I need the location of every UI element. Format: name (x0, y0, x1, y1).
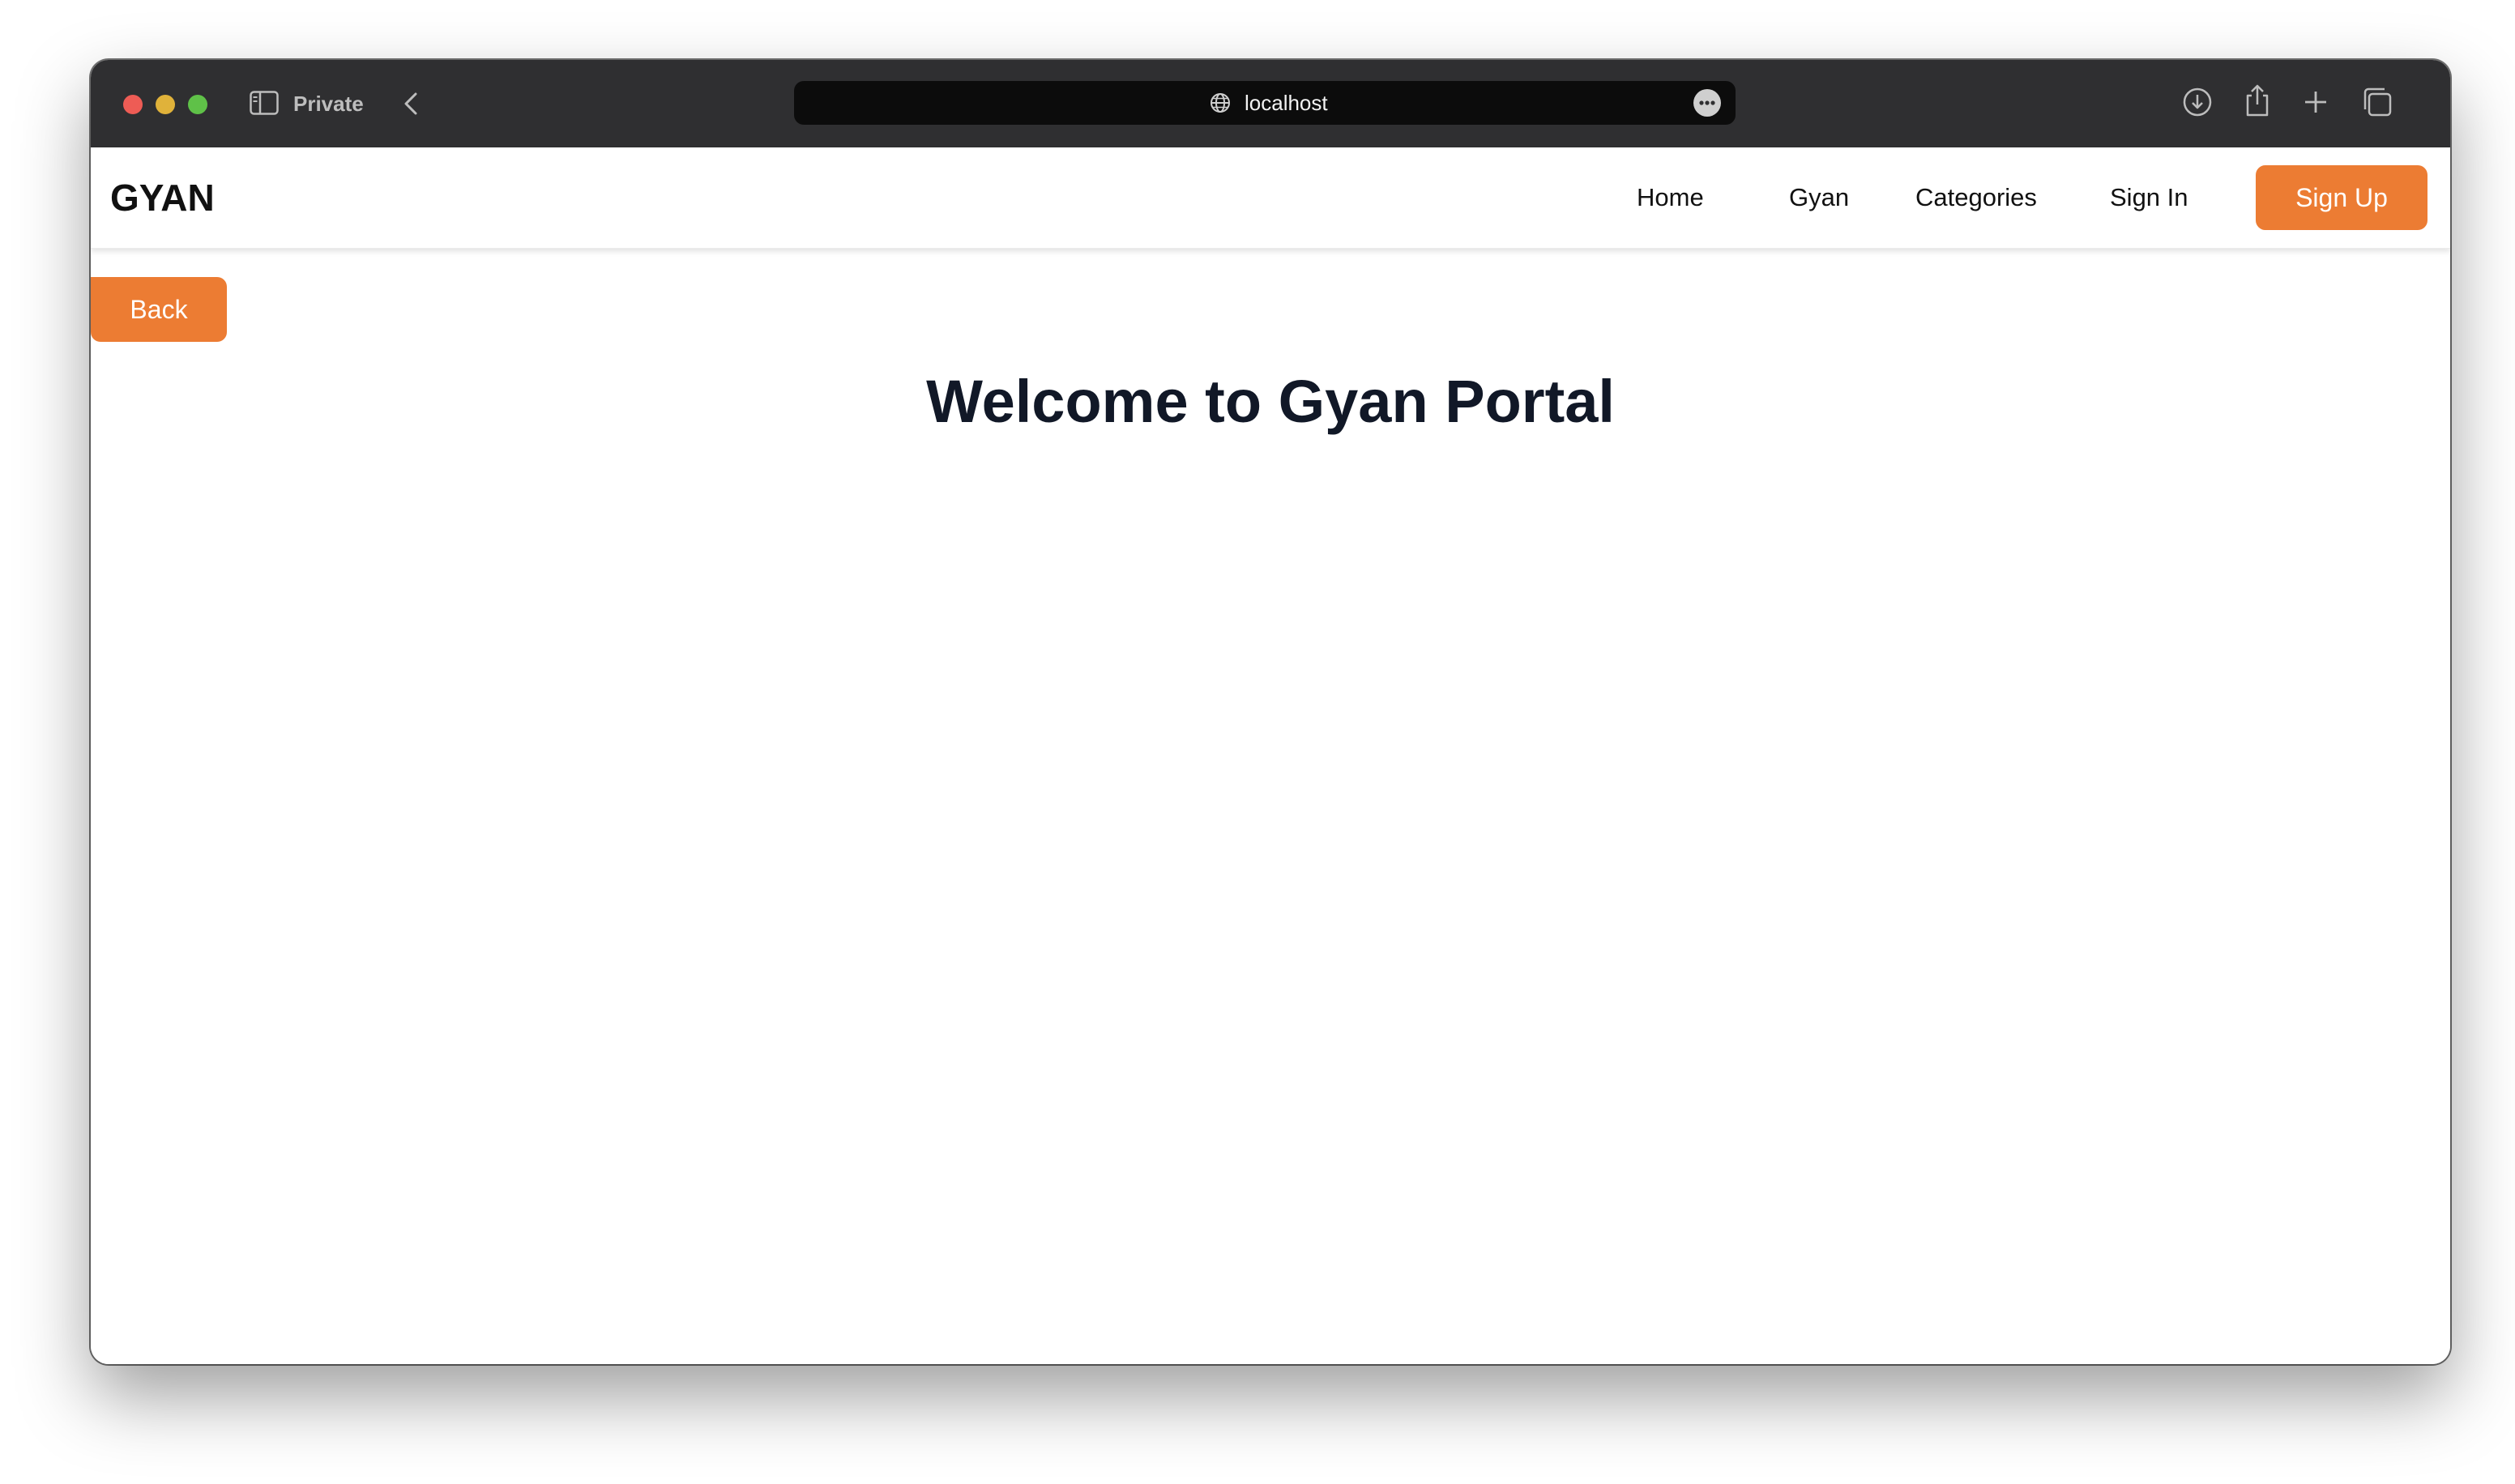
download-icon[interactable] (2180, 84, 2215, 120)
address-bar[interactable]: localhost (794, 81, 1736, 125)
sidebar-toggle-icon[interactable] (250, 91, 279, 115)
zoom-window-button[interactable] (188, 95, 207, 114)
globe-icon (1211, 93, 1230, 113)
browser-toolbar: Private localhost (91, 60, 2450, 149)
close-window-button[interactable] (123, 95, 143, 114)
sign-up-button[interactable]: Sign Up (2256, 165, 2427, 230)
page-title: Welcome to Gyan Portal (926, 368, 1615, 435)
more-options-icon[interactable] (1693, 89, 1721, 117)
back-button[interactable]: Back (91, 277, 227, 342)
minimize-window-button[interactable] (156, 95, 175, 114)
nav-link-gyan[interactable]: Gyan (1789, 147, 1849, 248)
nav-link-home[interactable]: Home (1637, 147, 1704, 248)
nav-link-sign-in[interactable]: Sign In (2110, 147, 2188, 248)
chevron-left-icon[interactable] (395, 87, 428, 120)
private-mode-label: Private (293, 92, 364, 116)
nav-link-categories[interactable]: Categories (1915, 147, 2037, 248)
web-page: GYAN Home Gyan Categories Sign In Sign U… (91, 147, 2450, 1364)
browser-window: Private localhost GYAN Home Gyan Categor… (91, 60, 2450, 1364)
site-navbar: GYAN Home Gyan Categories Sign In Sign U… (91, 147, 2450, 249)
new-tab-plus-icon[interactable] (2299, 86, 2332, 118)
share-icon[interactable] (2241, 83, 2274, 118)
tab-overview-icon[interactable] (2359, 84, 2395, 120)
site-logo[interactable]: GYAN (110, 147, 215, 248)
url-text: localhost (1245, 91, 1328, 115)
